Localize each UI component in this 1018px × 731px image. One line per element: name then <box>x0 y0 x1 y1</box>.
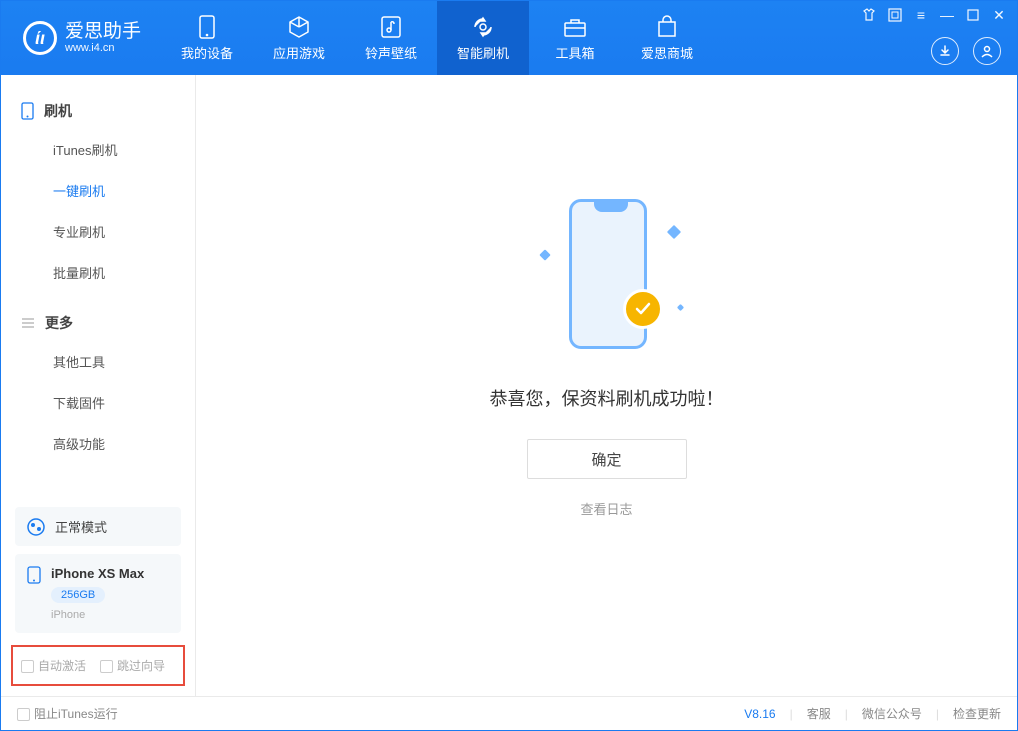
sidebar-item-batch-flash[interactable]: 批量刷机 <box>1 252 195 293</box>
nav-label: 我的设备 <box>181 43 233 62</box>
main-nav: 我的设备 应用游戏 铃声壁纸 智能刷机 工具箱 爱思商城 <box>161 1 713 75</box>
nav-label: 爱思商城 <box>641 43 693 62</box>
sparkle-icon <box>539 249 550 260</box>
sparkle-icon <box>676 304 683 311</box>
sidebar-item-itunes-flash[interactable]: iTunes刷机 <box>1 129 195 170</box>
phone-success-illustration <box>527 193 687 363</box>
sidebar-item-download-firmware[interactable]: 下载固件 <box>1 382 195 423</box>
footer-left: 阻止iTunes运行 <box>17 705 118 722</box>
header-right-buttons <box>931 37 1001 65</box>
sidebar-top: 刷机 iTunes刷机 一键刷机 专业刷机 批量刷机 更多 其他工具 下载固件 … <box>1 75 195 501</box>
device-card[interactable]: iPhone XS Max 256GB iPhone <box>15 554 181 633</box>
minimize-icon[interactable]: — <box>939 7 955 23</box>
device-icon <box>199 15 215 39</box>
sidebar-group-more: 更多 <box>1 305 195 341</box>
confirm-button[interactable]: 确定 <box>527 439 687 479</box>
view-log-link[interactable]: 查看日志 <box>580 499 632 518</box>
maximize-icon[interactable] <box>965 7 981 23</box>
music-icon <box>380 15 402 39</box>
user-button[interactable] <box>973 37 1001 65</box>
app-logo: ίι 爱思助手 www.i4.cn <box>1 1 161 75</box>
nav-apps-games[interactable]: 应用游戏 <box>253 1 345 75</box>
mode-icon <box>27 518 45 536</box>
footer: 阻止iTunes运行 V8.16 | 客服 | 微信公众号 | 检查更新 <box>1 696 1017 730</box>
nav-label: 应用游戏 <box>273 43 325 62</box>
list-icon <box>21 316 35 330</box>
mode-card[interactable]: 正常模式 <box>15 507 181 546</box>
nav-toolbox[interactable]: 工具箱 <box>529 1 621 75</box>
body: 刷机 iTunes刷机 一键刷机 专业刷机 批量刷机 更多 其他工具 下载固件 … <box>1 75 1017 696</box>
nav-label: 工具箱 <box>556 43 595 62</box>
nav-store[interactable]: 爱思商城 <box>621 1 713 75</box>
cube-icon <box>287 15 311 39</box>
checkbox-stop-itunes[interactable]: 阻止iTunes运行 <box>17 705 118 722</box>
sidebar-item-advanced[interactable]: 高级功能 <box>1 423 195 464</box>
success-title: 恭喜您，保资料刷机成功啦！ <box>490 385 724 411</box>
device-storage-badge: 256GB <box>51 587 105 603</box>
footer-right: V8.16 | 客服 | 微信公众号 | 检查更新 <box>744 705 1001 722</box>
group-title: 更多 <box>45 313 73 333</box>
logo-icon: ίι <box>23 21 57 55</box>
window-controls: ≡ — ✕ <box>861 7 1007 23</box>
scan-icon[interactable] <box>887 7 903 23</box>
check-badge-icon <box>623 289 663 329</box>
device-type: iPhone <box>51 609 169 621</box>
nav-label: 智能刷机 <box>457 43 509 62</box>
main-content: 恭喜您，保资料刷机成功啦！ 确定 查看日志 <box>196 75 1017 696</box>
sidebar-item-pro-flash[interactable]: 专业刷机 <box>1 211 195 252</box>
version-label: V8.16 <box>744 707 775 721</box>
footer-link-support[interactable]: 客服 <box>807 705 831 722</box>
nav-ringtone-wallpaper[interactable]: 铃声壁纸 <box>345 1 437 75</box>
header: ίι 爱思助手 www.i4.cn 我的设备 应用游戏 铃声壁纸 智能刷机 <box>1 1 1017 75</box>
bag-icon <box>656 15 678 39</box>
device-icon <box>27 566 43 582</box>
logo-text: 爱思助手 www.i4.cn <box>65 22 141 55</box>
footer-link-wechat[interactable]: 微信公众号 <box>862 705 922 722</box>
checkbox-skip-guide[interactable]: 跳过向导 <box>100 657 165 674</box>
nav-label: 铃声壁纸 <box>365 43 417 62</box>
sidebar-item-oneclick-flash[interactable]: 一键刷机 <box>1 170 195 211</box>
close-icon[interactable]: ✕ <box>991 7 1007 23</box>
app-window: ίι 爱思助手 www.i4.cn 我的设备 应用游戏 铃声壁纸 智能刷机 <box>0 0 1018 731</box>
download-button[interactable] <box>931 37 959 65</box>
phone-icon <box>21 102 34 120</box>
device-name: iPhone XS Max <box>51 566 169 581</box>
nav-my-device[interactable]: 我的设备 <box>161 1 253 75</box>
toolbox-icon <box>563 15 587 39</box>
menu-icon[interactable]: ≡ <box>913 7 929 23</box>
flash-result: 恭喜您，保资料刷机成功啦！ 确定 查看日志 <box>490 193 724 518</box>
sidebar-item-other-tools[interactable]: 其他工具 <box>1 341 195 382</box>
mode-label: 正常模式 <box>55 517 107 536</box>
app-name-cn: 爱思助手 <box>65 22 141 43</box>
shirt-icon[interactable] <box>861 7 877 23</box>
sidebar-group-flash: 刷机 <box>1 93 195 129</box>
footer-link-update[interactable]: 检查更新 <box>953 705 1001 722</box>
flash-options-highlighted: 自动激活 跳过向导 <box>11 645 185 686</box>
group-title: 刷机 <box>44 101 72 121</box>
sidebar: 刷机 iTunes刷机 一键刷机 专业刷机 批量刷机 更多 其他工具 下载固件 … <box>1 75 196 696</box>
checkbox-auto-activate[interactable]: 自动激活 <box>21 657 86 674</box>
sparkle-icon <box>666 225 680 239</box>
sidebar-bottom: 正常模式 iPhone XS Max 256GB iPhone 自动激活 跳过向… <box>1 501 195 696</box>
app-name-en: www.i4.cn <box>65 42 141 54</box>
refresh-icon <box>471 15 495 39</box>
nav-smart-flash[interactable]: 智能刷机 <box>437 1 529 75</box>
